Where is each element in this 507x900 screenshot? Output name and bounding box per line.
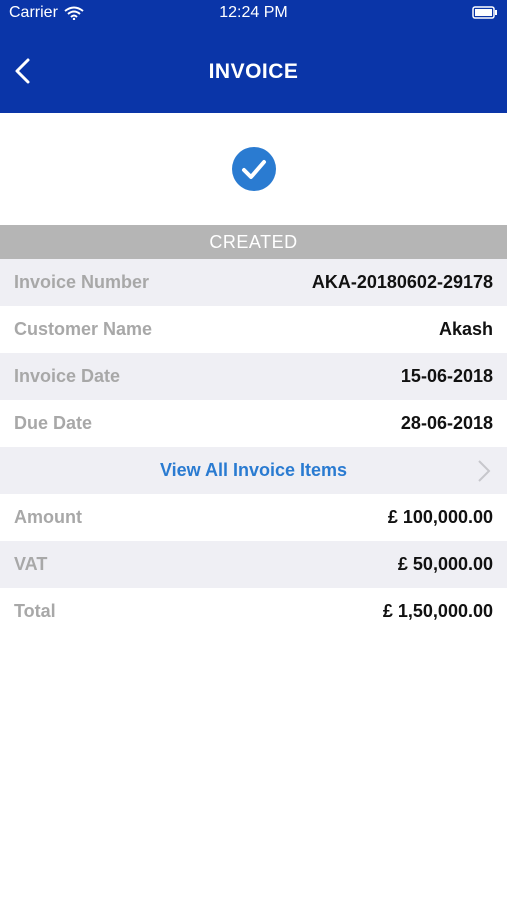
status-bar: Carrier 12:24 PM xyxy=(0,0,507,28)
field-value: 28-06-2018 xyxy=(400,413,493,433)
nav-bar: INVOICE xyxy=(0,28,507,113)
field-label: Invoice Number xyxy=(14,272,150,292)
field-label: Amount xyxy=(14,507,82,527)
chevron-right-icon xyxy=(478,460,491,482)
detail-row-due-date: Due Date 28-06-2018 xyxy=(0,400,507,447)
total-row-vat: VAT £ 50,000.00 xyxy=(0,541,507,588)
total-row-total: Total £ 1,50,000.00 xyxy=(0,588,507,635)
detail-row-customer-name: Customer Name Akash xyxy=(0,306,507,353)
invoice-details: Invoice Number AKA-20180602-29178 Custom… xyxy=(0,259,507,635)
field-value: Akash xyxy=(438,319,493,339)
field-value: 15-06-2018 xyxy=(400,366,493,386)
detail-row-invoice-date: Invoice Date 15-06-2018 xyxy=(0,353,507,400)
field-label: Due Date xyxy=(14,413,93,433)
page-title: INVOICE xyxy=(208,60,299,83)
field-value: £ 50,000.00 xyxy=(397,554,493,574)
field-value: £ 100,000.00 xyxy=(387,507,493,527)
status-badge: CREATED xyxy=(0,225,507,259)
detail-row-invoice-number: Invoice Number AKA-20180602-29178 xyxy=(0,259,507,306)
status-time: 12:24 PM xyxy=(219,4,288,21)
field-label: VAT xyxy=(14,554,48,574)
total-row-amount: Amount £ 100,000.00 xyxy=(0,494,507,541)
view-all-items-label: View All Invoice Items xyxy=(159,460,348,480)
field-label: Total xyxy=(14,601,56,621)
field-value: AKA-20180602-29178 xyxy=(311,272,493,292)
app-header: Carrier 12:24 PM INVOICE xyxy=(0,0,507,113)
field-value: £ 1,50,000.00 xyxy=(382,601,493,621)
field-label: Customer Name xyxy=(14,319,153,339)
field-label: Invoice Date xyxy=(14,366,121,386)
check-circle-icon xyxy=(231,147,276,191)
battery-icon xyxy=(472,6,497,19)
status-icon-area xyxy=(0,113,507,225)
view-all-items-button[interactable]: View All Invoice Items xyxy=(0,447,507,494)
